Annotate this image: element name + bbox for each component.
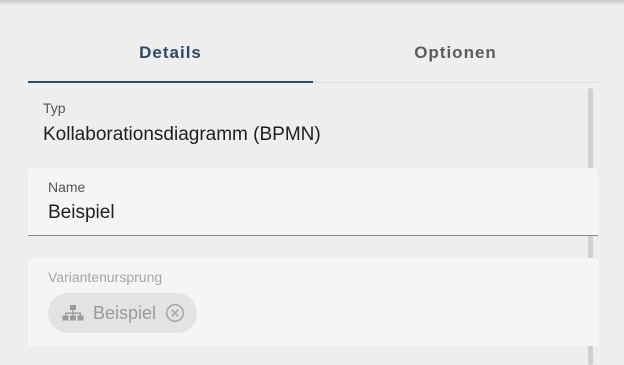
typ-value: Kollaborationsdiagramm (BPMN) [43,124,321,145]
hierarchy-icon [62,304,84,322]
name-field-label: Name [48,179,86,195]
name-field-value[interactable]: Beispiel [48,202,115,224]
variant-origin-chip-label: Beispiel [93,302,157,323]
tab-optionen[interactable]: Optionen [313,24,598,82]
header-shadow [0,0,624,6]
tab-optionen-label: Optionen [414,43,497,62]
name-field[interactable]: Name Beispiel [28,168,598,236]
variant-origin-label: Variantenursprung [48,269,163,285]
tab-details[interactable]: Details [28,24,313,83]
variant-origin-chip: Beispiel [48,293,198,333]
close-circle-icon[interactable] [165,303,185,323]
tab-details-label: Details [139,43,202,62]
variant-origin-field: Variantenursprung Beispiel [28,258,598,346]
typ-label: Typ [43,100,66,116]
tab-bar: Details Optionen [28,24,598,83]
